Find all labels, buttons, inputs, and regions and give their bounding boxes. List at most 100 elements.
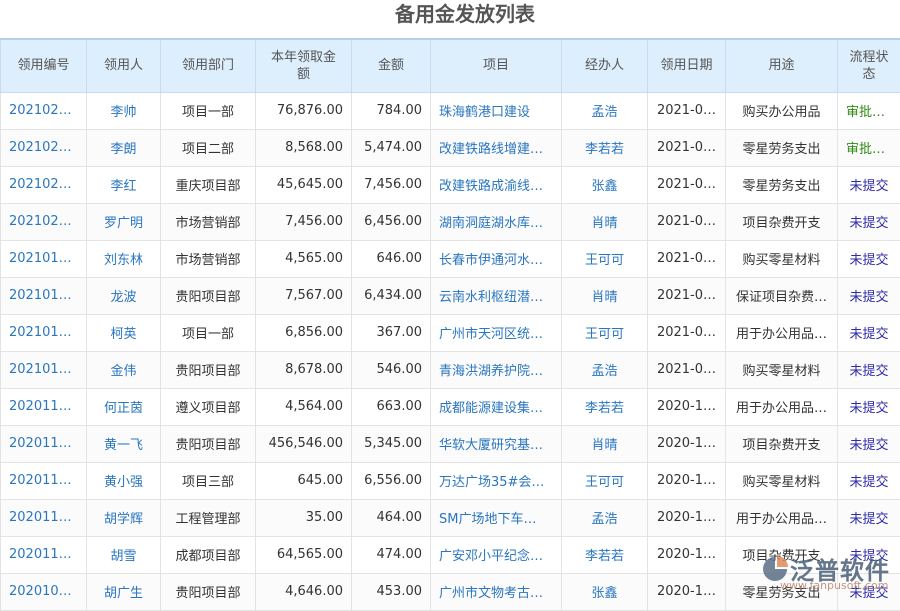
column-header-status[interactable]: 流程状态: [838, 39, 900, 92]
cell-code[interactable]: 2021020004: [1, 92, 87, 129]
cell-user[interactable]: 刘东林: [87, 240, 161, 277]
cell-purpose: 购买零星材料: [726, 240, 838, 277]
cell-project[interactable]: 万达广场35#会…: [431, 462, 562, 499]
column-header-purpose[interactable]: 用途: [726, 39, 838, 92]
cell-user[interactable]: 李朗: [87, 129, 161, 166]
cell-project[interactable]: 长春市伊通河水…: [431, 240, 562, 277]
cell-user[interactable]: 何正茵: [87, 388, 161, 425]
cell-code[interactable]: 2020110003: [1, 462, 87, 499]
cell-handler[interactable]: 肖晴: [562, 203, 648, 240]
cell-user[interactable]: 胡广生: [87, 573, 161, 610]
cell-dept: 重庆项目部: [161, 166, 256, 203]
cell-handler[interactable]: 王可可: [562, 240, 648, 277]
cell-project[interactable]: 华软大厦研究基…: [431, 425, 562, 462]
cell-handler[interactable]: 孟浩: [562, 92, 648, 129]
column-header-dept[interactable]: 领用部门: [161, 39, 256, 92]
table-row[interactable]: 2021020001罗广明市场营销部7,456.006,456.00湖南洞庭湖水…: [1, 203, 900, 240]
cell-amount: 7,456.00: [352, 166, 431, 203]
cell-year-amount: 4,565.00: [256, 240, 352, 277]
cell-user[interactable]: 罗广明: [87, 203, 161, 240]
cell-handler[interactable]: 王可可: [562, 462, 648, 499]
cell-year-amount: 645.00: [256, 462, 352, 499]
cell-project[interactable]: 广安邓小平纪念…: [431, 536, 562, 573]
cell-year-amount: 7,456.00: [256, 203, 352, 240]
cell-code[interactable]: 2021010003: [1, 277, 87, 314]
cell-user[interactable]: 金伟: [87, 351, 161, 388]
cell-amount: 784.00: [352, 92, 431, 129]
cell-handler[interactable]: 李若若: [562, 388, 648, 425]
cell-handler[interactable]: 张鑫: [562, 573, 648, 610]
cell-code[interactable]: 2021010004: [1, 240, 87, 277]
cell-project[interactable]: 改建铁路成渝线…: [431, 166, 562, 203]
cell-user[interactable]: 胡雪: [87, 536, 161, 573]
cell-code[interactable]: 2021020001: [1, 203, 87, 240]
cell-code[interactable]: 2020110004: [1, 425, 87, 462]
cell-handler[interactable]: 肖晴: [562, 425, 648, 462]
cell-amount: 6,456.00: [352, 203, 431, 240]
cell-project[interactable]: 广州市文物考古…: [431, 573, 562, 610]
cell-user[interactable]: 李红: [87, 166, 161, 203]
cell-handler[interactable]: 孟浩: [562, 351, 648, 388]
table-row[interactable]: 2021010001金伟贵阳项目部8,678.00546.00青海洪湖养护院…孟…: [1, 351, 900, 388]
cell-handler[interactable]: 肖晴: [562, 277, 648, 314]
cell-amount: 5,474.00: [352, 129, 431, 166]
table-row[interactable]: 2020110004黄一飞贵阳项目部456,546.005,345.00华软大厦…: [1, 425, 900, 462]
table-row[interactable]: 2021010004刘东林市场营销部4,565.00646.00长春市伊通河水……: [1, 240, 900, 277]
cell-year-amount: 45,645.00: [256, 166, 352, 203]
cell-status: 审批通过: [838, 129, 900, 166]
cell-project[interactable]: 珠海鹤港口建设: [431, 92, 562, 129]
table-row[interactable]: 2021020003李朗项目二部8,568.005,474.00改建铁路线增建……: [1, 129, 900, 166]
cell-project[interactable]: 广州市天河区统…: [431, 314, 562, 351]
cell-code[interactable]: 2021010001: [1, 351, 87, 388]
cell-user[interactable]: 龙波: [87, 277, 161, 314]
cell-year-amount: 8,678.00: [256, 351, 352, 388]
table-row[interactable]: 2020110005何正茵遵义项目部4,564.00663.00成都能源建设集……: [1, 388, 900, 425]
cell-handler[interactable]: 孟浩: [562, 499, 648, 536]
watermark-logo: 泛普软件 www.fanpusoft.com: [760, 551, 890, 586]
table-row[interactable]: 2021010002柯英项目一部6,856.00367.00广州市天河区统…王可…: [1, 314, 900, 351]
column-header-user[interactable]: 领用人: [87, 39, 161, 92]
cell-dept: 贵阳项目部: [161, 425, 256, 462]
column-header-code[interactable]: 领用编号: [1, 39, 87, 92]
cell-code[interactable]: 2021020003: [1, 129, 87, 166]
cell-code[interactable]: 2021020002: [1, 166, 87, 203]
column-header-date[interactable]: 领用日期: [648, 39, 726, 92]
cell-project[interactable]: 青海洪湖养护院…: [431, 351, 562, 388]
cell-handler[interactable]: 李若若: [562, 129, 648, 166]
cell-dept: 项目二部: [161, 129, 256, 166]
cell-code[interactable]: 2021010002: [1, 314, 87, 351]
cell-code[interactable]: 2020100005: [1, 573, 87, 610]
cell-date: 2021-0…: [648, 92, 726, 129]
cell-code[interactable]: 2020110005: [1, 388, 87, 425]
cell-user[interactable]: 柯英: [87, 314, 161, 351]
cell-user[interactable]: 黄小强: [87, 462, 161, 499]
cell-project[interactable]: SM广场地下车…: [431, 499, 562, 536]
cell-project[interactable]: 成都能源建设集…: [431, 388, 562, 425]
column-header-handler[interactable]: 经办人: [562, 39, 648, 92]
cell-handler[interactable]: 王可可: [562, 314, 648, 351]
cell-date: 2020-1…: [648, 499, 726, 536]
table-row[interactable]: 2020110003黄小强项目三部645.006,556.00万达广场35#会……: [1, 462, 900, 499]
cell-status: 未提交: [838, 277, 900, 314]
cell-year-amount: 456,546.00: [256, 425, 352, 462]
cell-code[interactable]: 2020110002: [1, 499, 87, 536]
cell-handler[interactable]: 张鑫: [562, 166, 648, 203]
cell-user[interactable]: 李帅: [87, 92, 161, 129]
cell-user[interactable]: 胡学辉: [87, 499, 161, 536]
cell-date: 2021-0…: [648, 129, 726, 166]
column-header-amount[interactable]: 金额: [352, 39, 431, 92]
cell-project[interactable]: 改建铁路线增建…: [431, 129, 562, 166]
column-header-year-amount[interactable]: 本年领取金额: [256, 39, 352, 92]
table-row[interactable]: 2021020004李帅项目一部76,876.00784.00珠海鹤港口建设孟浩…: [1, 92, 900, 129]
cell-user[interactable]: 黄一飞: [87, 425, 161, 462]
table-row[interactable]: 2021020002李红重庆项目部45,645.007,456.00改建铁路成渝…: [1, 166, 900, 203]
table-row[interactable]: 2020110002胡学辉工程管理部35.00464.00SM广场地下车…孟浩2…: [1, 499, 900, 536]
cell-project[interactable]: 云南水利枢纽潜…: [431, 277, 562, 314]
cell-amount: 5,345.00: [352, 425, 431, 462]
cell-code[interactable]: 2020110001: [1, 536, 87, 573]
column-header-project[interactable]: 项目: [431, 39, 562, 92]
cell-purpose: 用于办公用品…: [726, 388, 838, 425]
cell-handler[interactable]: 李若若: [562, 536, 648, 573]
table-row[interactable]: 2021010003龙波贵阳项目部7,567.006,434.00云南水利枢纽潜…: [1, 277, 900, 314]
cell-project[interactable]: 湖南洞庭湖水库…: [431, 203, 562, 240]
